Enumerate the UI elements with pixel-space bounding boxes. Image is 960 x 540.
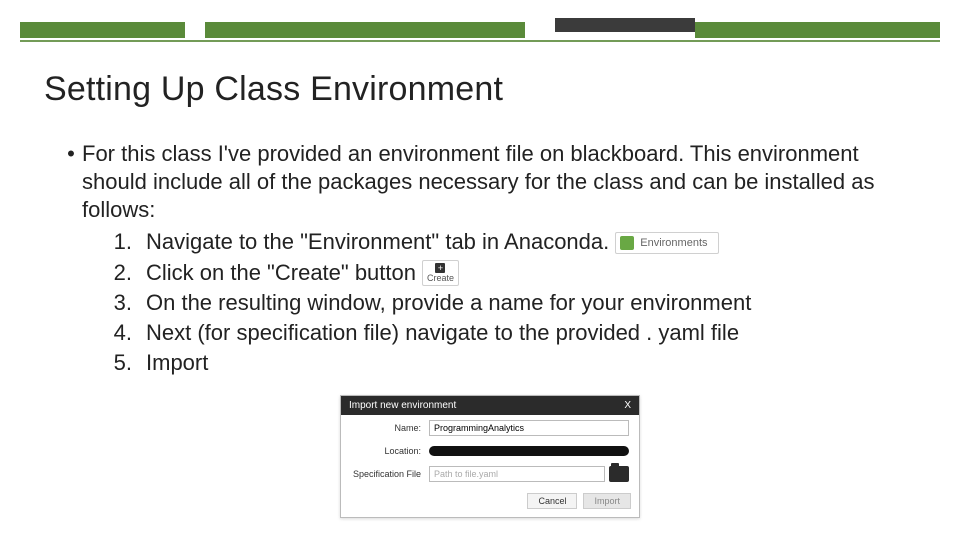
step-4-number: 4. <box>106 319 146 347</box>
specfile-field[interactable] <box>429 466 605 482</box>
step-5-text: Import <box>146 349 208 377</box>
step-3-number: 3. <box>106 289 146 317</box>
bullet-marker: • <box>60 140 82 377</box>
slide-top-border <box>0 0 960 44</box>
cancel-button[interactable]: Cancel <box>527 493 577 509</box>
close-icon[interactable]: X <box>624 400 631 411</box>
cube-icon <box>620 236 634 250</box>
name-label: Name: <box>351 423 429 433</box>
folder-icon[interactable] <box>609 466 629 482</box>
slide-title: Setting Up Class Environment <box>44 70 503 109</box>
bullet-intro: For this class I've provided an environm… <box>82 141 874 222</box>
plus-icon: + <box>435 263 445 273</box>
step-4-text: Next (for specification file) navigate t… <box>146 319 739 347</box>
environments-tab-label: Environments <box>640 236 707 250</box>
name-field[interactable] <box>429 420 629 436</box>
step-2-number: 2. <box>106 259 146 287</box>
step-2-text: Click on the "Create" button <box>146 259 416 287</box>
import-button[interactable]: Import <box>583 493 631 509</box>
step-1-text: Navigate to the "Environment" tab in Ana… <box>146 228 609 256</box>
specfile-label: Specification File <box>351 469 429 479</box>
create-button-label: Create <box>427 274 454 283</box>
environments-tab-chip: Environments <box>615 232 718 254</box>
location-redacted <box>429 446 629 456</box>
dialog-title: Import new environment <box>349 400 456 411</box>
step-5-number: 5. <box>106 349 146 377</box>
slide-body: • For this class I've provided an enviro… <box>60 140 920 377</box>
step-1-number: 1. <box>106 228 146 256</box>
location-label: Location: <box>351 446 429 456</box>
create-button-chip: + Create <box>422 260 459 286</box>
import-environment-dialog: Import new environment X Name: Location:… <box>340 395 640 518</box>
step-3-text: On the resulting window, provide a name … <box>146 289 751 317</box>
